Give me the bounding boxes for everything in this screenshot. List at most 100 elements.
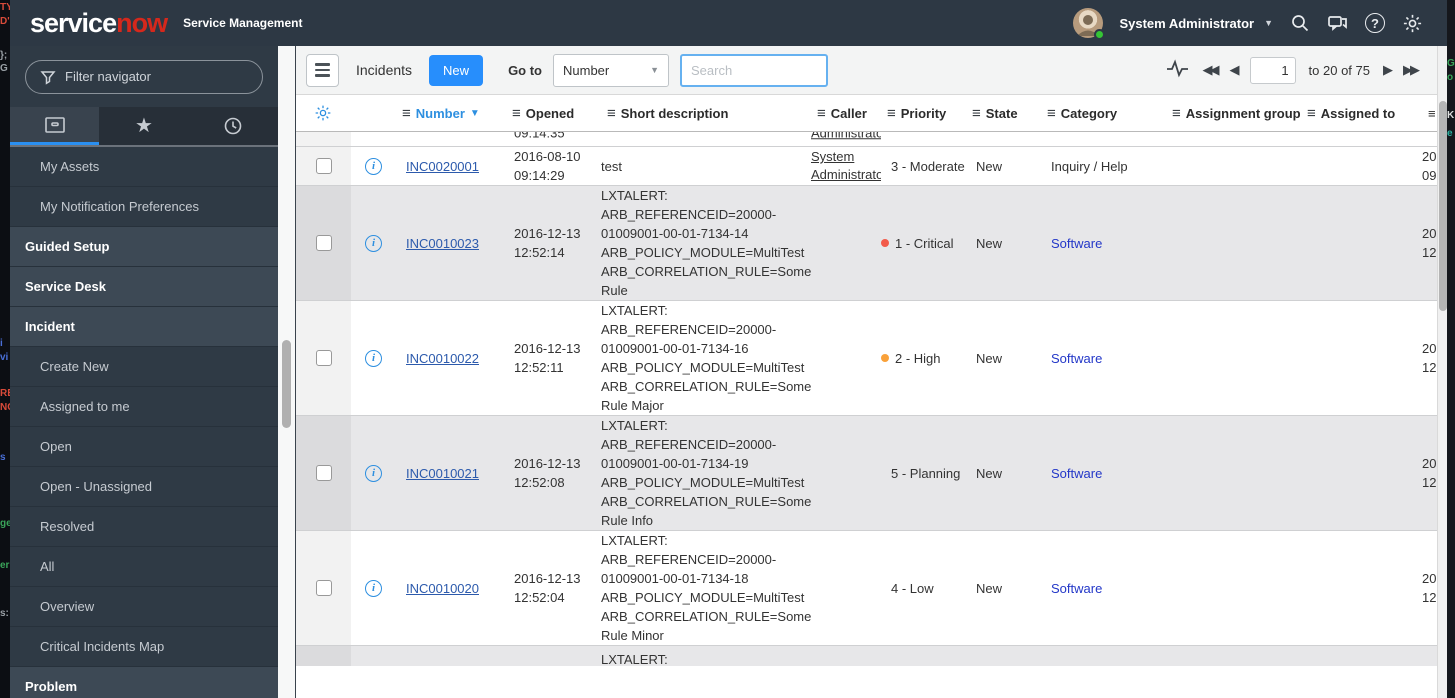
caller-link[interactable]: System Administrator [811,148,881,184]
sidebar-scrollbar[interactable] [278,46,295,698]
page-number-input[interactable] [1249,56,1296,84]
incident-number-link[interactable]: INC0010021 [406,466,479,481]
user-avatar[interactable] [1073,8,1106,40]
column-menu-icon[interactable]: ≡ [1307,105,1316,122]
personalize-gear-icon[interactable] [314,104,332,122]
incident-row: i INC0010022 2016-12-13 12:52:11 LXTALER… [296,301,1437,416]
row-checkbox[interactable] [315,235,332,251]
column-header-short-description[interactable]: ≡ Short description [601,105,811,122]
global-search-icon[interactable] [1289,12,1311,34]
sidebar-item-all[interactable]: All [10,547,278,587]
tab-favorites[interactable]: ★ [99,107,188,145]
list-activity-icon[interactable] [1166,58,1190,83]
incident-number-link[interactable]: INC0010023 [406,236,479,251]
sidebar-item-my-assets[interactable]: My Assets [10,147,278,187]
background-text-fragment: ge [0,518,10,529]
sidebar-item-problem[interactable]: Problem [10,667,278,698]
sidebar-item-resolved[interactable]: Resolved [10,507,278,547]
column-menu-icon[interactable]: ≡ [972,105,981,122]
first-page-button[interactable]: ◀◀ [1203,62,1220,78]
priority-cell: 1 - Critical [881,186,966,300]
last-page-button[interactable]: ▶▶ [1403,62,1420,78]
record-preview-icon[interactable]: i [365,349,382,367]
incident-number-link[interactable]: INC0010020 [406,581,479,596]
column-label: Caller [830,105,867,121]
priority-dot [881,354,889,362]
column-menu-icon[interactable]: ≡ [512,105,521,122]
filter-navigator-input[interactable] [65,69,248,84]
star-icon: ★ [135,115,153,137]
row-checkbox[interactable] [315,465,332,481]
column-header-caller[interactable]: ≡ Caller [811,105,881,122]
new-incident-button[interactable]: New [429,54,484,86]
category-cell[interactable]: Software [1051,236,1102,251]
sidebar-item-guided-setup[interactable]: Guided Setup [10,227,278,267]
clipped-opened-text: 09:14:35 [514,132,565,140]
column-menu-icon[interactable]: ≡ [402,105,411,122]
list-scrollbar-thumb[interactable] [1439,101,1447,311]
row-checkbox[interactable] [315,580,332,596]
state-cell: New [976,158,1003,174]
column-menu-icon[interactable]: ≡ [817,105,826,122]
record-preview-icon[interactable]: i [365,157,382,175]
background-text-fragment: er [0,560,10,571]
column-header-assignment-group[interactable]: ≡ Assignment group [1166,105,1301,122]
sidebar-item-create-new[interactable]: Create New [10,347,278,387]
banner-right-group: System Administrator ▼ ? [1073,8,1447,40]
incident-number-link[interactable]: INC0010022 [406,351,479,366]
settings-gear-icon[interactable] [1401,12,1423,34]
column-label: Priority [900,105,947,121]
list-context-menu-button[interactable] [306,53,339,87]
column-menu-icon[interactable]: ≡ [1172,105,1181,122]
column-header-priority[interactable]: ≡ Priority [881,105,966,122]
tab-all-applications[interactable] [10,107,100,145]
column-menu-icon[interactable]: ≡ [1047,105,1056,122]
category-cell[interactable]: Software [1051,351,1102,366]
column-header-assigned-to[interactable]: ≡ Assigned to [1301,105,1422,122]
record-preview-icon[interactable]: i [365,464,382,482]
priority-cell: 2 - High [881,301,966,415]
sidebar-item-open[interactable]: Open [10,427,278,467]
sidebar-item-assigned-to-me[interactable]: Assigned to me [10,387,278,427]
list-scrollbar[interactable] [1437,46,1447,698]
chat-icon[interactable] [1327,12,1349,34]
filter-navigator-field[interactable] [25,59,263,94]
previous-page-button[interactable]: ◀ [1230,62,1240,78]
column-header-clipped[interactable]: ≡ [1422,106,1437,121]
sidebar-item-critical-incidents-map[interactable]: Critical Incidents Map [10,627,278,667]
goto-field-select[interactable]: Number ▼ [553,53,669,87]
incident-row: i INC0010020 2016-12-13 12:52:04 LXTALER… [296,531,1437,646]
background-text-fragment: D' [0,16,10,27]
row-checkbox[interactable] [315,350,332,366]
sidebar-item-overview[interactable]: Overview [10,587,278,627]
sort-direction-icon: ▼ [469,107,480,119]
category-cell[interactable]: Software [1051,581,1102,596]
user-menu[interactable]: System Administrator [1119,16,1254,31]
servicenow-logo[interactable]: servicenow [30,9,168,37]
record-preview-icon[interactable]: i [365,234,382,252]
column-header-opened[interactable]: ≡ Opened [506,105,601,122]
sidebar-item-incident[interactable]: Incident [10,307,278,347]
filter-navigator-wrap [10,46,278,107]
user-menu-caret-icon[interactable]: ▼ [1264,18,1273,28]
column-header-number[interactable]: ≡ Number ▼ [396,105,506,122]
sidebar-item-service-desk[interactable]: Service Desk [10,267,278,307]
list-search-input[interactable] [680,53,828,87]
next-page-button[interactable]: ▶ [1383,62,1393,78]
sidebar-item-open-unassigned[interactable]: Open - Unassigned [10,467,278,507]
sidebar-scrollbar-thumb[interactable] [282,340,291,428]
clipped-caller-link[interactable]: Administrator [811,132,881,140]
category-cell[interactable]: Software [1051,466,1102,481]
column-menu-icon[interactable]: ≡ [607,105,616,122]
list-toolbar: Incidents New Go to Number ▼ ◀◀ ◀ to 20 … [296,46,1437,95]
column-header-state[interactable]: ≡ State [966,105,1041,122]
help-icon[interactable]: ? [1365,13,1385,33]
incident-number-link[interactable]: INC0020001 [406,159,479,174]
record-preview-icon[interactable]: i [365,579,382,597]
background-text-fragment: s: [0,608,9,619]
row-checkbox[interactable] [315,158,332,174]
sidebar-item-my-notification-preferences[interactable]: My Notification Preferences [10,187,278,227]
tab-history[interactable] [189,107,278,145]
column-menu-icon[interactable]: ≡ [887,105,896,122]
column-header-category[interactable]: ≡ Category [1041,105,1166,122]
